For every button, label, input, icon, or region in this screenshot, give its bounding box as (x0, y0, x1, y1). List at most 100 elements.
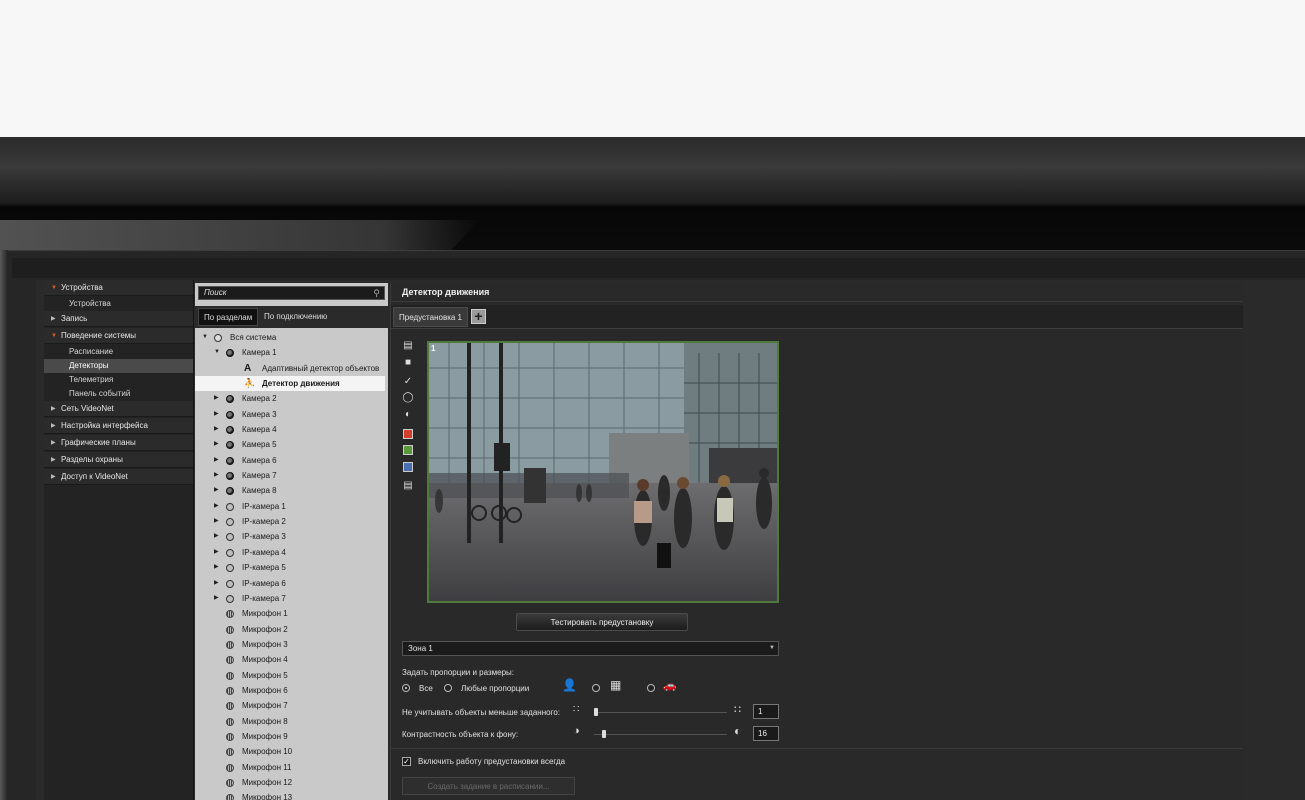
tree-item[interactable]: ▶ IP-камера 1 (195, 499, 388, 514)
always-on-checkbox[interactable]: ✓ (402, 757, 411, 766)
test-preset-button[interactable]: Тестировать предустановку (516, 613, 688, 631)
tree-item[interactable]: Микрофон 11 (195, 760, 388, 775)
chevron-right-icon[interactable]: ▶ (214, 545, 219, 560)
min-size-label: Не учитывать объекты меньше заданного: (402, 708, 560, 717)
nav-section[interactable]: ▶ Запись (44, 311, 193, 327)
contrast-slider-thumb[interactable] (602, 730, 606, 738)
tree-item[interactable]: ▶ IP-камера 2 (195, 514, 388, 529)
search-input[interactable]: Поиск ⚲ (198, 286, 385, 300)
tab-preset-1[interactable]: Предустановка 1 (393, 307, 468, 327)
chevron-right-icon[interactable]: ▶ (214, 560, 219, 575)
chevron-right-icon[interactable]: ▶ (214, 437, 219, 452)
nav-item[interactable]: Детекторы (44, 359, 193, 373)
microphone-icon (226, 671, 234, 680)
camera-preview[interactable]: 1 (427, 341, 779, 603)
tree-item[interactable]: Микрофон 2 (195, 622, 388, 637)
brush-icon[interactable]: ✓ (402, 376, 414, 388)
tree-item-label: Камера 1 (242, 348, 277, 358)
tree-item[interactable]: ▶ Камера 4 (195, 422, 388, 437)
nav-item[interactable]: Расписание (44, 345, 193, 359)
zone-select[interactable]: Зона 1 ▼ (402, 641, 779, 656)
tree-item[interactable]: Микрофон 7 (195, 698, 388, 713)
chart-icon[interactable]: ▤ (402, 480, 414, 492)
add-preset-button[interactable]: + (471, 309, 486, 324)
tree-item[interactable]: ▶ IP-камера 7 (195, 591, 388, 606)
tree-item-label: Микрофон 6 (242, 685, 288, 695)
search-icon[interactable]: ⚲ (373, 287, 380, 299)
tree-item[interactable]: Микрофон 5 (195, 668, 388, 683)
tree-item[interactable]: Микрофон 8 (195, 714, 388, 729)
tree-item[interactable]: ▶ Камера 6 (195, 453, 388, 468)
tab-by-connection[interactable]: По подключению (259, 308, 332, 326)
nav-item[interactable]: Устройства (44, 297, 193, 311)
contrast-input[interactable]: 16 (753, 726, 779, 741)
chevron-right-icon[interactable]: ▶ (214, 453, 219, 468)
tree-item[interactable]: Микрофон 13 (195, 790, 388, 800)
ring-icon[interactable]: ◯ (402, 392, 414, 404)
nav-item[interactable]: Телеметрия (44, 373, 193, 387)
nav-section[interactable]: ▼ Поведение системы (44, 328, 193, 344)
tree-item-label: Камера 4 (242, 425, 277, 435)
tree-item[interactable]: ▶ IP-камера 3 (195, 529, 388, 544)
chevron-right-icon[interactable]: ▶ (214, 468, 219, 483)
tree-item[interactable]: ▶ Камера 8 (195, 483, 388, 498)
tree-item[interactable]: Микрофон 3 (195, 637, 388, 652)
nav-section[interactable]: ▶ Доступ к VideoNet (44, 469, 193, 485)
nav-section[interactable]: ▶ Графические планы (44, 435, 193, 451)
chevron-right-icon[interactable]: ▶ (214, 391, 219, 406)
tree-item[interactable]: ▶ IP-камера 6 (195, 576, 388, 591)
tree-item[interactable]: Микрофон 1 (195, 606, 388, 621)
min-size-input[interactable]: 1 (753, 704, 779, 719)
tree-item[interactable]: ▼ Вся система (195, 330, 388, 345)
red-zone-icon[interactable] (402, 428, 414, 440)
tree-item[interactable]: ▼ Камера 1 (195, 345, 388, 360)
clear-icon[interactable]: ■ (402, 357, 414, 369)
blue-zone-icon[interactable] (402, 461, 414, 473)
tree-item[interactable]: Микрофон 4 (195, 652, 388, 667)
detector-settings-panel: Детектор движения Предустановка 1 + ▤ ■ … (390, 283, 1244, 800)
tree-item[interactable]: ▶ Камера 2 (195, 391, 388, 406)
chevron-right-icon[interactable]: ▶ (214, 407, 219, 422)
tree-item[interactable]: ▶ Камера 3 (195, 407, 388, 422)
chevron-right-icon[interactable]: ▶ (214, 422, 219, 437)
radio-all[interactable] (402, 684, 410, 692)
radio-car[interactable] (647, 684, 655, 692)
person-icon[interactable]: 👤 (562, 678, 577, 692)
tree-item[interactable]: Микрофон 12 (195, 775, 388, 790)
tree-item[interactable]: ▶ IP-камера 5 (195, 560, 388, 575)
chevron-down-icon[interactable]: ▼ (202, 330, 208, 345)
tree-item[interactable]: Микрофон 10 (195, 744, 388, 759)
tab-by-sections[interactable]: По разделам (198, 308, 259, 326)
chevron-right-icon[interactable]: ▶ (214, 591, 219, 606)
tree-item[interactable]: ▶ Камера 7 (195, 468, 388, 483)
building-icon[interactable]: ▦ (610, 678, 621, 692)
tree-item[interactable]: ⛹ Детектор движения (195, 376, 385, 392)
tree-item[interactable]: Микрофон 9 (195, 729, 388, 744)
tree-item[interactable]: Микрофон 6 (195, 683, 388, 698)
chevron-right-icon[interactable]: ▶ (214, 499, 219, 514)
chevron-right-icon[interactable]: ▶ (214, 576, 219, 591)
min-size-slider[interactable] (594, 712, 727, 713)
create-schedule-button[interactable]: Создать задание в расписании... (402, 777, 575, 795)
tree-item[interactable]: ▶ IP-камера 4 (195, 545, 388, 560)
chevron-right-icon[interactable]: ▶ (214, 514, 219, 529)
nav-section[interactable]: ▶ Настройка интерфейса (44, 418, 193, 434)
nav-section[interactable]: ▼ Устройства (44, 280, 193, 296)
select-all-icon[interactable]: ▤ (402, 340, 414, 352)
contrast-slider[interactable] (594, 734, 727, 735)
chevron-right-icon[interactable]: ▶ (214, 529, 219, 544)
tree-item[interactable]: A Адаптивный детектор объектов (195, 361, 388, 376)
nav-section[interactable]: ▶ Разделы охраны (44, 452, 193, 468)
nav-section[interactable]: ▶ Сеть VideoNet (44, 401, 193, 417)
chevron-right-icon[interactable]: ▶ (214, 483, 219, 498)
min-size-slider-thumb[interactable] (594, 708, 598, 716)
tree-item[interactable]: ▶ Камера 5 (195, 437, 388, 452)
radio-any-proportions[interactable] (444, 684, 452, 692)
nav-item[interactable]: Панель событий (44, 387, 193, 401)
chevron-down-icon[interactable]: ▼ (214, 345, 220, 360)
car-icon[interactable]: 🚗 (663, 679, 677, 692)
fill-icon[interactable]: ◐ (402, 409, 414, 421)
radio-person[interactable] (592, 684, 600, 692)
green-zone-icon[interactable] (402, 444, 414, 456)
page-title: Детектор движения (402, 287, 490, 297)
